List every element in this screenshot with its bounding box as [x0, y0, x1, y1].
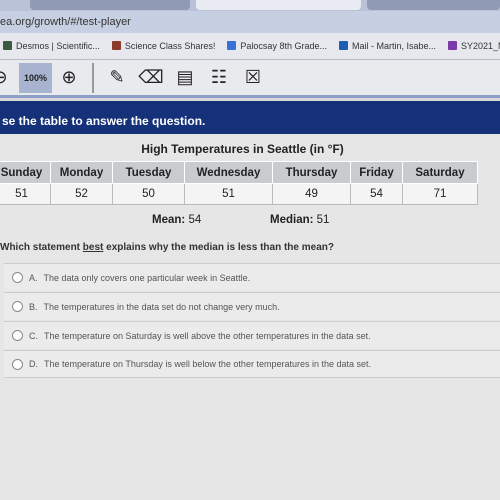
desmos-icon [3, 41, 12, 50]
header-cell: Sunday [0, 161, 51, 184]
value-cell: 49 [272, 183, 351, 205]
option-letter: A. [29, 272, 38, 283]
test-toolbar: ⊖ 100% ⊕ ✎ ⌫ ▤ ☷ ☒ [0, 60, 500, 98]
bookmark-mail[interactable]: Mail - Martin, Isabe... [338, 41, 436, 51]
bookmark-label: Mail - Martin, Isabe... [351, 41, 436, 51]
bookmark-desmos[interactable]: Desmos | Scientific... [3, 41, 100, 51]
option-text: The data only covers one particular week… [43, 272, 251, 283]
bookmark-science[interactable]: Science Class Shares! [111, 41, 216, 51]
value-cell: 51 [0, 183, 51, 205]
docs-icon [227, 41, 237, 50]
question-area: High Temperatures in Seattle (in °F) Sun… [0, 134, 500, 500]
zoom-level: 100% [19, 62, 52, 93]
value-cell: 50 [112, 183, 185, 205]
outlook-icon [338, 41, 348, 50]
option-b[interactable]: B. The temperatures in the data set do no… [4, 292, 500, 320]
table-header-row: Sunday Monday Tuesday Wednesday Thursday… [0, 161, 478, 184]
radio-button[interactable] [12, 358, 23, 370]
option-text: The temperatures in the data set do not … [43, 301, 280, 312]
option-letter: B. [29, 301, 38, 312]
mean-value: 54 [188, 214, 202, 226]
option-text: The temperature on Saturday is well abov… [44, 330, 371, 341]
question-emphasis: best [82, 242, 104, 253]
value-cell: 52 [50, 183, 113, 205]
temperature-table: Sunday Monday Tuesday Wednesday Thursday… [0, 161, 478, 205]
address-bar[interactable]: ea.org/growth/#/test-player [0, 11, 500, 33]
bookmark-label: SY2021_MS_ [461, 41, 500, 51]
option-letter: D. [29, 359, 38, 369]
option-d[interactable]: D. The temperature on Thursday is well be… [4, 350, 500, 378]
header-cell: Tuesday [112, 161, 185, 184]
divider [92, 62, 94, 93]
header-cell: Monday [50, 161, 113, 184]
bookmark-label: Palocsay 8th Grade... [240, 41, 327, 51]
mean-label: Mean: [152, 214, 186, 226]
header-cell: Wednesday [184, 161, 273, 184]
url-text: ea.org/growth/#/test-player [0, 16, 131, 28]
value-cell: 71 [402, 183, 478, 205]
bookmarks-bar: Desmos | Scientific... Science Class Sha… [0, 33, 500, 60]
browser-tab-active[interactable] [196, 0, 361, 10]
answer-eliminator-icon[interactable]: ☒ [236, 67, 270, 88]
header-cell: Friday [350, 161, 403, 184]
median-label: Median: [270, 214, 314, 226]
median-value: 51 [316, 214, 330, 226]
header-cell: Thursday [272, 161, 351, 184]
bookmark-label: Desmos | Scientific... [16, 41, 100, 51]
option-c[interactable]: C. The temperature on Saturday is well ab… [4, 321, 500, 349]
notepad-icon[interactable]: ☷ [202, 67, 236, 88]
value-cell: 51 [184, 183, 273, 205]
bookmark-label: Science Class Shares! [124, 41, 216, 51]
browser-tab-strip [0, 0, 500, 11]
eraser-icon[interactable]: ⌫ [134, 67, 168, 88]
line-reader-icon[interactable]: ▤ [168, 67, 202, 88]
option-a[interactable]: A. The data only covers one particular we… [4, 263, 500, 291]
median-stat: Median: 51 [270, 214, 329, 226]
table-row: 51 52 50 51 49 54 71 [0, 183, 478, 205]
science-icon [111, 41, 121, 50]
radio-button[interactable] [12, 330, 23, 341]
value-cell: 54 [350, 183, 403, 205]
zoom-in-icon[interactable]: ⊕ [52, 67, 86, 88]
question-pre: Which statement [0, 242, 83, 253]
option-letter: C. [29, 330, 38, 341]
radio-button[interactable] [12, 272, 23, 283]
browser-tab[interactable] [30, 0, 190, 10]
browser-tab[interactable] [367, 0, 500, 10]
mean-stat: Mean: 54 [152, 214, 201, 226]
bookmark-sy2021[interactable]: SY2021_MS_ [448, 41, 500, 51]
onenote-icon [448, 41, 457, 50]
header-cell: Saturday [402, 161, 478, 184]
zoom-out-icon[interactable]: ⊖ [0, 67, 10, 88]
question-text: Which statement best explains why the me… [0, 242, 334, 253]
highlighter-icon[interactable]: ✎ [100, 67, 134, 88]
question-post: explains why the median is less than the… [103, 242, 334, 253]
table-title: High Temperatures in Seattle (in °F) [141, 142, 344, 156]
radio-button[interactable] [12, 301, 23, 312]
option-text: The temperature on Thursday is well belo… [44, 359, 372, 369]
bookmark-palocsay[interactable]: Palocsay 8th Grade... [227, 41, 327, 51]
instruction-banner: se the table to answer the question. [0, 101, 500, 134]
